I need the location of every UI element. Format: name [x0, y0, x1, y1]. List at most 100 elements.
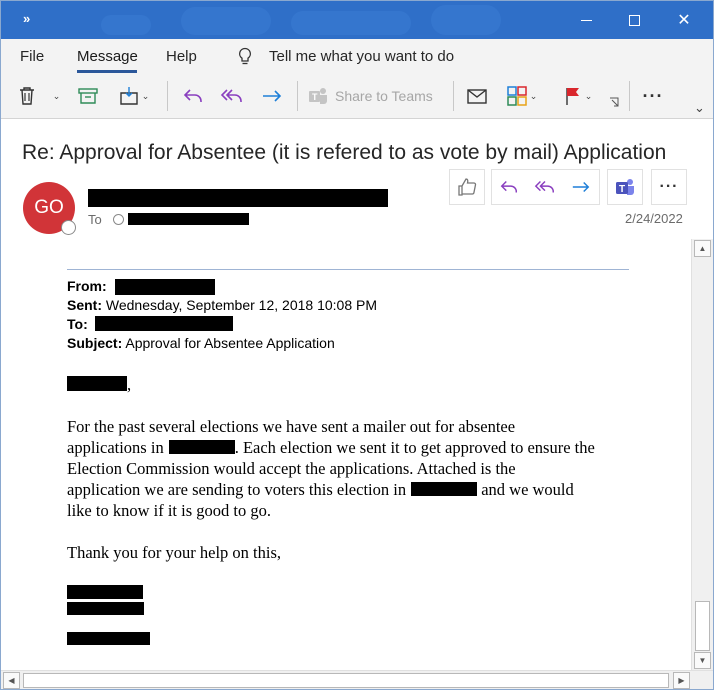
- redacted-recipient: [128, 213, 249, 225]
- horizontal-scroll-thumb[interactable]: [23, 673, 669, 688]
- scroll-up-button[interactable]: ▲: [694, 240, 711, 257]
- reply-all-icon: [220, 89, 242, 102]
- minimize-icon: [580, 19, 592, 21]
- chevron-down-icon: ⌄: [141, 90, 150, 101]
- forward-to: To:: [67, 316, 88, 332]
- move-icon: [120, 87, 138, 105]
- forward-from: From:: [67, 278, 107, 294]
- ribbon-divider: [167, 81, 168, 111]
- redacted-greeting: [67, 376, 127, 391]
- header-reply-button[interactable]: [491, 169, 527, 205]
- body-line-4: application we are sending to voters thi…: [67, 480, 574, 499]
- reply-all-button[interactable]: [215, 79, 249, 113]
- launcher-icon: [610, 97, 619, 107]
- delete-icon: [20, 87, 34, 105]
- ribbon-toolbar: ⌄ ⌄ T Share to Teams ⌄ ⌄ ··· ⌄: [1, 73, 713, 119]
- redacted-from: [115, 279, 215, 295]
- body-line-3: Election Commission would accept the app…: [67, 459, 516, 478]
- mark-unread-icon: [467, 89, 487, 104]
- share-to-teams-label: Share to Teams: [335, 88, 433, 104]
- archive-icon: [78, 88, 98, 104]
- reply-all-icon: [534, 180, 554, 193]
- more-icon: ···: [659, 178, 679, 195]
- chevron-down-icon: ⌄: [694, 100, 705, 115]
- redacted-location: [168, 440, 235, 454]
- scroll-right-button[interactable]: ▶: [673, 672, 690, 689]
- reply-icon: [500, 181, 517, 193]
- tell-me-search[interactable]: Tell me what you want to do: [269, 48, 454, 65]
- message-date: 2/24/2022: [625, 211, 683, 226]
- redacted-signature-3: [67, 632, 150, 645]
- body-line-1: For the past several elections we have s…: [67, 417, 516, 436]
- ribbon-more-button[interactable]: ···: [637, 79, 669, 113]
- header-more-button[interactable]: ···: [651, 169, 687, 205]
- expand-icon[interactable]: »: [23, 11, 30, 26]
- redacted-signature-1: [67, 585, 143, 599]
- scroll-down-button[interactable]: ▼: [694, 652, 711, 669]
- forward-separator: [67, 269, 629, 270]
- horizontal-scrollbar[interactable]: ◀ ▶: [1, 670, 713, 689]
- forward-subject: Subject: Approval for Absentee Applicati…: [67, 335, 335, 351]
- body-line-5: like to know if it is good to go.: [67, 501, 271, 520]
- reply-button[interactable]: [177, 79, 209, 113]
- share-to-teams-button[interactable]: T Share to Teams: [307, 79, 443, 113]
- lightbulb-icon: [239, 47, 251, 65]
- categorize-icon: [506, 86, 527, 106]
- maximize-icon: [628, 14, 640, 26]
- redacted-to: [95, 316, 233, 331]
- title-bar: » ✕: [1, 1, 713, 39]
- menu-bar: File Message Help Tell me what you want …: [1, 39, 713, 73]
- teams-button[interactable]: T: [607, 169, 643, 205]
- delete-dropdown[interactable]: ⌄: [47, 79, 63, 113]
- tab-file[interactable]: File: [20, 48, 44, 65]
- svg-text:T: T: [619, 184, 625, 195]
- chevron-down-icon: ⌄: [529, 90, 538, 101]
- ribbon-launcher[interactable]: [605, 93, 623, 111]
- scroll-left-button[interactable]: ◀: [3, 672, 20, 689]
- ribbon-divider: [297, 81, 298, 111]
- mark-unread-button[interactable]: [461, 79, 493, 113]
- forward-sent: Sent: Wednesday, September 12, 2018 10:0…: [67, 297, 377, 313]
- recipient-status-icon: [113, 214, 124, 225]
- minimize-button[interactable]: [563, 1, 609, 39]
- to-label: To: [88, 212, 102, 227]
- ribbon-divider: [629, 81, 630, 111]
- teams-icon: T: [616, 179, 634, 195]
- chevron-down-icon: ⌄: [584, 90, 593, 101]
- closing-line: Thank you for your help on this,: [67, 543, 282, 562]
- tab-message[interactable]: Message: [77, 48, 138, 65]
- outlook-message-window: » ✕ File Message Help Tell me what you w…: [0, 0, 714, 690]
- redacted-location: [411, 482, 478, 496]
- close-button[interactable]: ✕: [661, 1, 707, 39]
- like-button[interactable]: [449, 169, 485, 205]
- more-icon: ···: [642, 85, 664, 106]
- thumbs-up-icon: [458, 178, 477, 196]
- presence-status-icon: [61, 220, 76, 235]
- reply-icon: [183, 89, 202, 102]
- header-forward-button[interactable]: [563, 169, 599, 205]
- redacted-signature-2: [67, 602, 144, 615]
- greeting-comma: ,: [127, 375, 132, 394]
- close-icon: ✕: [677, 12, 691, 29]
- svg-text:T: T: [312, 92, 318, 102]
- vertical-scroll-thumb[interactable]: [695, 601, 710, 651]
- move-button[interactable]: ⌄: [113, 79, 155, 113]
- vertical-scrollbar[interactable]: ▲ ▼: [691, 239, 713, 670]
- delete-button[interactable]: [13, 79, 41, 113]
- forward-icon: [263, 90, 282, 102]
- ribbon-divider: [453, 81, 454, 111]
- chevron-down-icon: ⌄: [52, 90, 61, 101]
- teams-share-icon: T: [309, 88, 327, 104]
- forward-icon: [572, 181, 590, 193]
- maximize-button[interactable]: [611, 1, 657, 39]
- collapse-ribbon-button[interactable]: ⌄: [689, 91, 707, 125]
- flag-button[interactable]: ⌄: [557, 79, 599, 113]
- tab-help[interactable]: Help: [166, 48, 197, 65]
- header-reply-all-button[interactable]: [527, 169, 563, 205]
- flag-icon: [566, 88, 579, 105]
- forward-button[interactable]: [255, 79, 289, 113]
- message-subject: Re: Approval for Absentee (it is refered…: [22, 141, 667, 164]
- categorize-button[interactable]: ⌄: [501, 79, 543, 113]
- archive-button[interactable]: [73, 79, 103, 113]
- body-line-2: applications in. Each election we sent i…: [67, 438, 595, 457]
